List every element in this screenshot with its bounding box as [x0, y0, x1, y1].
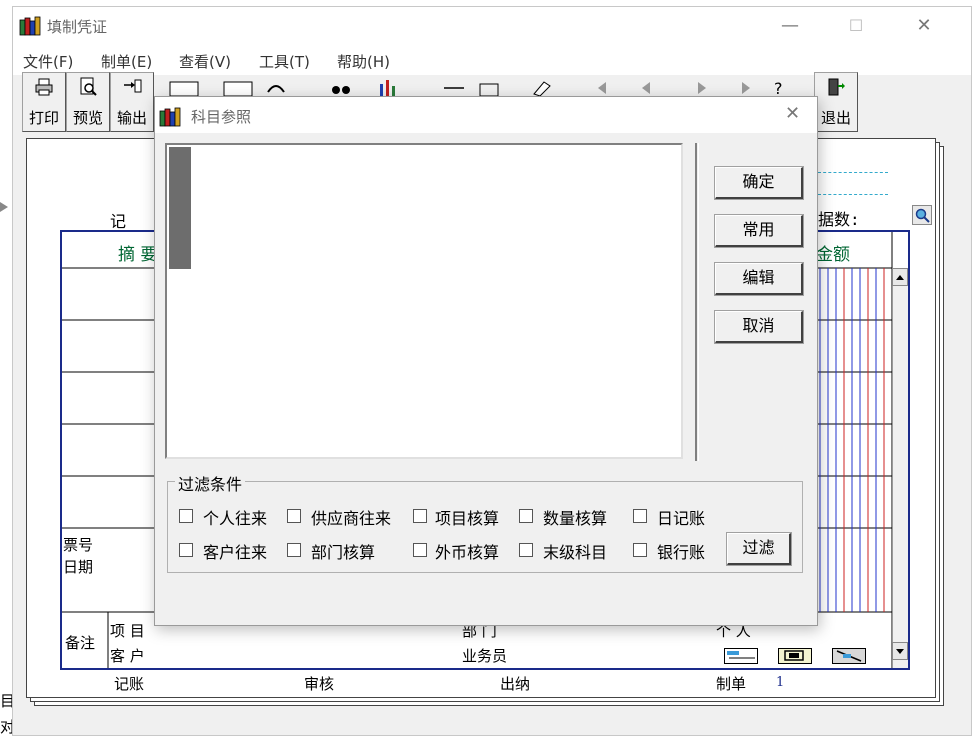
- dashed-line: [818, 172, 888, 173]
- dialog-close-button[interactable]: ✕: [785, 103, 800, 124]
- account-reference-dialog: 科目参照 ✕ 确定 常用 编辑 取消 过滤条件 个人往来 供应商往来 项目核算 …: [154, 96, 818, 626]
- maker-value: 1: [776, 675, 785, 690]
- dialog-title: 科目参照: [191, 108, 252, 126]
- print-button[interactable]: 打印: [22, 72, 66, 132]
- salesperson-label: 业务员: [462, 647, 508, 665]
- filter-personal-label: 个人往来: [203, 509, 268, 528]
- ok-button[interactable]: 确定: [714, 166, 804, 200]
- menu-help[interactable]: 帮助(H): [337, 51, 390, 72]
- printer-icon: [34, 77, 54, 97]
- summary-column-header: 摘 要: [118, 245, 158, 265]
- date-label: 日期: [63, 558, 94, 576]
- remark-label: 备注: [65, 634, 96, 652]
- filter-last-level-label: 末级科目: [543, 543, 608, 562]
- left-edge-arrow-icon: [0, 200, 8, 212]
- account-list[interactable]: [165, 143, 683, 459]
- filter-quantity-label: 数量核算: [543, 509, 608, 528]
- export-label: 输出: [116, 109, 147, 127]
- scroll-down-arrow-icon[interactable]: [892, 642, 908, 660]
- menu-voucher[interactable]: 制单(E): [101, 51, 152, 72]
- dialog-title-bar: 科目参照 ✕: [155, 97, 817, 133]
- ticket-no-label: 票号: [63, 536, 94, 554]
- filter-personal-checkbox[interactable]: [179, 509, 193, 523]
- maker-label: 制单: [716, 675, 747, 693]
- doc-count-label: 据数:: [818, 210, 860, 229]
- scan-card-icon[interactable]: [832, 648, 866, 664]
- filter-group-title: 过滤条件: [175, 471, 246, 495]
- close-button[interactable]: ✕: [901, 11, 947, 41]
- project-label: 项 目: [110, 622, 145, 640]
- filter-project-label: 项目核算: [435, 509, 500, 528]
- preview-magnifier-icon: [78, 77, 98, 97]
- export-button[interactable]: 输出: [110, 72, 154, 132]
- menu-view[interactable]: 查看(V): [179, 51, 231, 72]
- cancel-button[interactable]: 取消: [714, 310, 804, 344]
- toolbar-hidden-strip: ?: [158, 78, 818, 98]
- list-card-icon[interactable]: [724, 648, 758, 664]
- maximize-button[interactable]: ☐: [833, 11, 879, 41]
- exit-label: 退出: [820, 109, 851, 127]
- menu-file[interactable]: 文件(F): [23, 51, 73, 72]
- filter-last-level-checkbox[interactable]: [519, 543, 533, 557]
- filter-bank-label: 银行账: [657, 543, 706, 562]
- customer-label: 客 户: [110, 647, 145, 665]
- common-button[interactable]: 常用: [714, 214, 804, 248]
- grid-scrollbar[interactable]: [892, 268, 908, 668]
- filter-supplier-label: 供应商往来: [311, 509, 392, 528]
- minimize-button[interactable]: —: [767, 11, 813, 41]
- filter-button[interactable]: 过滤: [726, 532, 792, 566]
- menu-tools[interactable]: 工具(T): [259, 51, 310, 72]
- cashier-label: 出纳: [500, 675, 531, 693]
- filter-foreign-currency-checkbox[interactable]: [413, 543, 427, 557]
- filter-supplier-checkbox[interactable]: [287, 509, 301, 523]
- preview-button[interactable]: 预览: [66, 72, 110, 132]
- bookkeeper-label: 记账: [114, 675, 145, 693]
- list-selection-marker[interactable]: [169, 147, 191, 269]
- preview-label: 预览: [72, 109, 103, 127]
- filter-foreign-currency-label: 外币核算: [435, 543, 500, 562]
- filter-customer-label: 客户往来: [203, 543, 268, 562]
- filter-journal-label: 日记账: [657, 509, 706, 528]
- app-books-icon: [19, 16, 41, 36]
- filter-bank-checkbox[interactable]: [633, 543, 647, 557]
- edit-button[interactable]: 编辑: [714, 262, 804, 296]
- print-label: 打印: [28, 109, 59, 127]
- filter-project-checkbox[interactable]: [413, 509, 427, 523]
- exit-button[interactable]: 退出: [814, 72, 858, 132]
- window-title: 填制凭证: [47, 18, 108, 36]
- filter-customer-checkbox[interactable]: [179, 543, 193, 557]
- title-bar: 填制凭证 — ☐ ✕: [13, 7, 971, 45]
- voucher-type-label: 记: [110, 212, 127, 231]
- exit-door-icon: [826, 77, 846, 97]
- dialog-books-icon: [159, 107, 181, 127]
- amount-column-header: 金额: [816, 245, 850, 265]
- card-reader-icon[interactable]: [778, 648, 812, 664]
- svg-text:?: ?: [774, 79, 783, 96]
- filter-journal-checkbox[interactable]: [633, 509, 647, 523]
- filter-quantity-checkbox[interactable]: [519, 509, 533, 523]
- filter-department-checkbox[interactable]: [287, 543, 301, 557]
- export-arrow-icon: [122, 77, 142, 97]
- search-magnifier-icon[interactable]: [912, 205, 932, 225]
- menu-bar: 文件(F) 制单(E) 查看(V) 工具(T) 帮助(H): [13, 45, 971, 75]
- dashed-line: [818, 194, 888, 195]
- filter-department-label: 部门核算: [311, 543, 376, 562]
- dialog-separator: [695, 143, 699, 461]
- reviewer-label: 审核: [304, 675, 335, 693]
- scroll-up-arrow-icon[interactable]: [892, 268, 908, 286]
